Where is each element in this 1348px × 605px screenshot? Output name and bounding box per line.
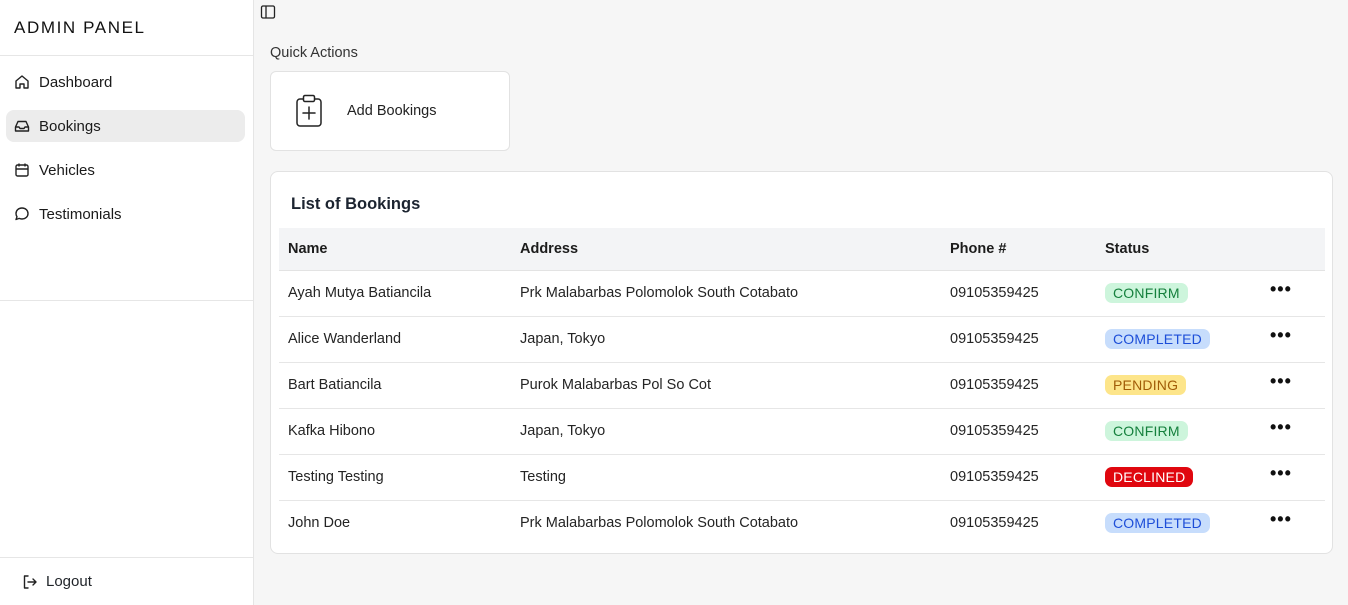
sidebar-item-label: Testimonials <box>39 205 122 223</box>
sidebar-item-label: Vehicles <box>39 161 95 179</box>
status-badge: PENDING <box>1105 375 1187 395</box>
sidebar-item-dashboard[interactable]: Dashboard <box>6 66 245 98</box>
logout-button[interactable]: Logout <box>0 557 253 605</box>
column-header-name: Name <box>279 228 511 271</box>
status-badge: COMPLETED <box>1105 513 1210 534</box>
column-header-status: Status <box>1096 228 1261 271</box>
booking-name: Bart Batiancila <box>279 362 511 409</box>
bookings-card: List of Bookings Name Address Phone # St… <box>270 171 1333 554</box>
status-badge: COMPLETED <box>1105 329 1210 349</box>
sidebar-toggle-button[interactable] <box>259 4 277 25</box>
booking-actions-cell: ••• <box>1261 362 1325 409</box>
booking-address: Japan, Tokyo <box>511 316 941 363</box>
bookings-table: Name Address Phone # Status Ayah Mutya B… <box>279 228 1325 546</box>
sidebar-nav: Dashboard Bookings Vehicles Testimonials <box>0 56 253 301</box>
add-bookings-label: Add Bookings <box>347 103 437 119</box>
inbox-icon <box>14 118 30 134</box>
booking-name: Kafka Hibono <box>279 408 511 455</box>
table-row: Kafka Hibono Japan, Tokyo 09105359425 CONFI… <box>279 408 1325 455</box>
booking-phone: 09105359425 <box>941 316 1096 363</box>
panel-left-icon <box>260 4 276 25</box>
status-badge: DECLINED <box>1105 467 1194 487</box>
more-options-icon[interactable]: ••• <box>1270 509 1292 529</box>
booking-actions-cell: ••• <box>1261 316 1325 363</box>
sidebar: ADMIN PANEL Dashboard Bookings Vehicles … <box>0 0 254 605</box>
more-options-icon[interactable]: ••• <box>1270 279 1292 299</box>
calendar-icon <box>14 162 30 178</box>
add-bookings-button[interactable]: Add Bookings <box>270 71 510 151</box>
status-badge: CONFIRM <box>1105 421 1188 441</box>
logout-icon <box>22 574 38 590</box>
booking-status-cell: COMPLETED <box>1096 500 1261 546</box>
booking-name: Alice Wanderland <box>279 316 511 363</box>
booking-address: Japan, Tokyo <box>511 408 941 455</box>
booking-name: John Doe <box>288 515 351 532</box>
booking-actions-cell: ••• <box>1261 270 1325 317</box>
more-options-icon[interactable]: ••• <box>1270 325 1292 345</box>
more-options-icon[interactable]: ••• <box>1270 463 1292 483</box>
booking-phone: 09105359425 <box>941 454 1096 501</box>
sidebar-item-bookings[interactable]: Bookings <box>6 110 245 142</box>
logout-label: Logout <box>46 573 92 590</box>
booking-phone: 09105359425 <box>941 270 1096 317</box>
sidebar-item-label: Bookings <box>39 117 101 135</box>
booking-name: Ayah Mutya Batiancila <box>279 270 511 317</box>
booking-status-cell: CONFIRM <box>1096 270 1261 317</box>
status-badge: CONFIRM <box>1105 283 1188 303</box>
sidebar-item-vehicles[interactable]: Vehicles <box>6 154 245 186</box>
booking-address: Testing <box>511 454 941 501</box>
table-header-row: Name Address Phone # Status <box>279 228 1325 271</box>
more-options-icon[interactable]: ••• <box>1270 371 1292 391</box>
table-row: Bart Batiancila Purok Malabarbas Pol So C… <box>279 362 1325 409</box>
sidebar-item-testimonials[interactable]: Testimonials <box>6 198 245 230</box>
booking-name: Testing Testing <box>279 454 511 501</box>
booking-phone: 09105359425 <box>950 515 1039 532</box>
clipboard-plus-icon <box>293 94 325 128</box>
sidebar-item-label: Dashboard <box>39 73 113 91</box>
booking-status-cell: CONFIRM <box>1096 408 1261 455</box>
column-header-actions <box>1261 228 1325 271</box>
table-row: John Doe Prk Malabarbas Polomolok South C… <box>279 500 1325 546</box>
booking-status-cell: DECLINED <box>1096 454 1261 501</box>
message-icon <box>14 206 30 222</box>
booking-address: Purok Malabarbas Pol So Cot <box>511 362 941 409</box>
bookings-title: List of Bookings <box>291 195 421 213</box>
table-row: Alice Wanderland Japan, Tokyo 09105359425 C… <box>279 316 1325 363</box>
table-row: Ayah Mutya Batiancila Prk Malabarbas Polo… <box>279 270 1325 317</box>
table-row: Testing Testing Testing 09105359425 DECLINE… <box>279 454 1325 501</box>
quick-actions-heading: Quick Actions <box>270 45 358 61</box>
booking-actions-cell: ••• <box>1261 408 1325 455</box>
booking-actions-cell: ••• <box>1261 454 1325 501</box>
column-header-phone: Phone # <box>941 228 1096 271</box>
booking-address: Prk Malabarbas Polomolok South Cotabato <box>511 270 941 317</box>
booking-phone: 09105359425 <box>941 408 1096 455</box>
column-header-address: Address <box>511 228 941 271</box>
home-icon <box>14 74 30 90</box>
more-options-icon[interactable]: ••• <box>1270 417 1292 437</box>
booking-status-cell: PENDING <box>1096 362 1261 409</box>
booking-actions-cell: ••• <box>1261 500 1325 546</box>
app-brand: ADMIN PANEL <box>0 0 253 56</box>
booking-address: Prk Malabarbas Polomolok South Cotabato <box>520 515 799 532</box>
booking-phone: 09105359425 <box>941 362 1096 409</box>
booking-status-cell: COMPLETED <box>1096 316 1261 363</box>
